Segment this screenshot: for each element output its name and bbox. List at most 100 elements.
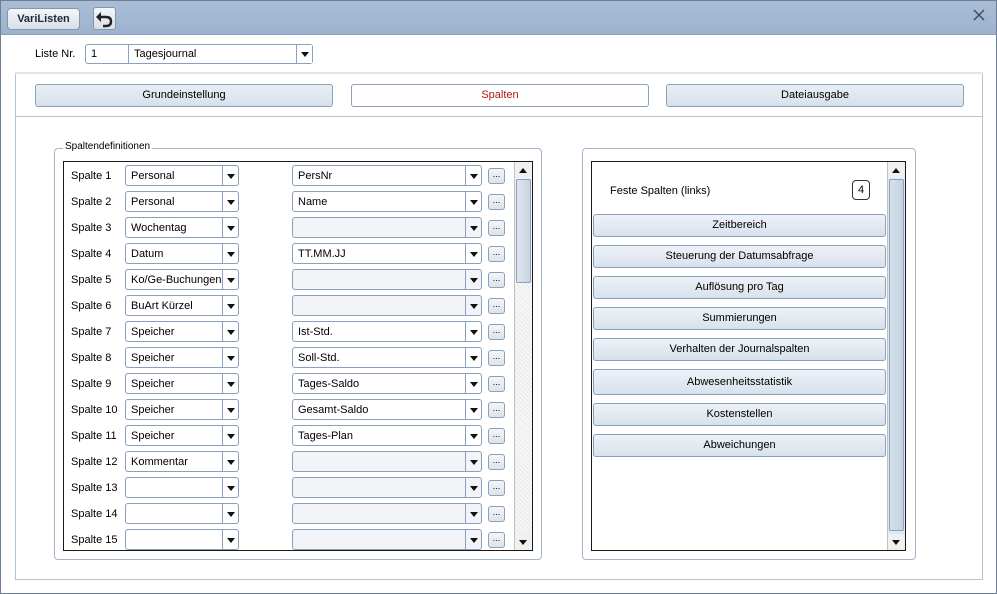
column-details-button[interactable]: ... <box>488 454 505 470</box>
scroll-thumb[interactable] <box>516 179 531 283</box>
chevron-down-icon[interactable] <box>465 244 481 263</box>
column-field-select[interactable]: Speicher <box>125 399 239 420</box>
tab-dateiausgabe[interactable]: Dateiausgabe <box>666 84 964 107</box>
chevron-down-icon[interactable] <box>465 400 481 419</box>
column-field-select[interactable]: Wochentag <box>125 217 239 238</box>
chevron-down-icon[interactable] <box>465 504 481 523</box>
chevron-down-icon[interactable] <box>222 348 238 367</box>
feste-spalten-field[interactable]: 4 <box>852 180 870 200</box>
column-format-select[interactable]: TT.MM.JJ <box>292 243 482 264</box>
column-format-select[interactable] <box>292 295 482 316</box>
column-format-select[interactable]: PersNr <box>292 165 482 186</box>
column-format-select[interactable] <box>292 217 482 238</box>
column-field-select[interactable]: Speicher <box>125 347 239 368</box>
chevron-down-icon[interactable] <box>465 218 481 237</box>
column-field-select[interactable]: Speicher <box>125 425 239 446</box>
column-field-select[interactable]: Speicher <box>125 321 239 342</box>
option-button[interactable]: Auflösung pro Tag <box>593 276 886 299</box>
chevron-down-icon[interactable] <box>222 452 238 471</box>
column-details-button[interactable]: ... <box>488 350 505 366</box>
column-field-select[interactable]: Speicher <box>125 373 239 394</box>
chevron-down-icon[interactable] <box>222 218 238 237</box>
option-button[interactable]: Zeitbereich <box>593 214 886 237</box>
chevron-down-icon[interactable] <box>465 452 481 471</box>
chevron-down-icon[interactable] <box>465 296 481 315</box>
chevron-down-icon[interactable] <box>465 348 481 367</box>
chevron-down-icon[interactable] <box>465 374 481 393</box>
chevron-down-icon[interactable] <box>222 244 238 263</box>
option-button[interactable]: Steuerung der Datumsabfrage <box>593 245 886 268</box>
column-field-select[interactable]: Datum <box>125 243 239 264</box>
chevron-down-icon[interactable] <box>465 478 481 497</box>
chevron-down-icon[interactable] <box>222 478 238 497</box>
column-format-select[interactable] <box>292 477 482 498</box>
chevron-down-icon[interactable] <box>465 166 481 185</box>
undo-button[interactable] <box>93 7 116 30</box>
column-details-button[interactable]: ... <box>488 480 505 496</box>
chevron-down-icon[interactable] <box>465 530 481 549</box>
column-details-button[interactable]: ... <box>488 168 505 184</box>
chevron-down-icon[interactable] <box>222 504 238 523</box>
chevron-down-icon[interactable] <box>222 192 238 211</box>
options-scrollbar[interactable] <box>887 162 905 550</box>
column-field-select[interactable]: Ko/Ge-Buchungen <box>125 269 239 290</box>
chevron-down-icon[interactable] <box>222 400 238 419</box>
column-format-select[interactable] <box>292 451 482 472</box>
column-details-button[interactable]: ... <box>488 428 505 444</box>
option-button[interactable]: Kostenstellen <box>593 403 886 426</box>
scroll-up-icon[interactable] <box>888 162 905 178</box>
column-details-button[interactable]: ... <box>488 532 505 548</box>
column-details-button[interactable]: ... <box>488 246 505 262</box>
option-button[interactable]: Abwesenheitsstatistik <box>593 369 886 395</box>
chevron-down-icon[interactable] <box>465 322 481 341</box>
chevron-down-icon[interactable] <box>222 374 238 393</box>
column-details-button[interactable]: ... <box>488 272 505 288</box>
list-scrollbar[interactable] <box>514 162 532 550</box>
column-format-select[interactable]: Soll-Std. <box>292 347 482 368</box>
scroll-down-icon[interactable] <box>515 534 532 550</box>
chevron-down-icon[interactable] <box>222 426 238 445</box>
column-field-select[interactable] <box>125 503 239 524</box>
tab-grundeinstellung[interactable]: Grundeinstellung <box>35 84 333 107</box>
liste-name-select[interactable]: Tagesjournal <box>128 44 313 64</box>
chevron-down-icon[interactable] <box>222 322 238 341</box>
option-button[interactable]: Summierungen <box>593 307 886 330</box>
chevron-down-icon[interactable] <box>222 530 238 549</box>
chevron-down-icon[interactable] <box>465 192 481 211</box>
column-field-select[interactable]: BuArt Kürzel <box>125 295 239 316</box>
chevron-down-icon[interactable] <box>465 270 481 289</box>
column-details-button[interactable]: ... <box>488 402 505 418</box>
scroll-down-icon[interactable] <box>888 534 905 550</box>
column-details-button[interactable]: ... <box>488 220 505 236</box>
column-details-button[interactable]: ... <box>488 324 505 340</box>
option-button[interactable]: Verhalten der Journalspalten <box>593 338 886 361</box>
column-details-button[interactable]: ... <box>488 194 505 210</box>
column-format-select[interactable] <box>292 529 482 550</box>
column-details-button[interactable]: ... <box>488 506 505 522</box>
column-format-select[interactable]: Name <box>292 191 482 212</box>
tab-spalten[interactable]: Spalten <box>351 84 649 107</box>
column-field-select[interactable]: Kommentar <box>125 451 239 472</box>
column-format-select[interactable]: Tages-Saldo <box>292 373 482 394</box>
column-field-select[interactable] <box>125 529 239 550</box>
column-format-select[interactable]: Tages-Plan <box>292 425 482 446</box>
scroll-thumb[interactable] <box>889 179 904 531</box>
chevron-down-icon[interactable] <box>222 166 238 185</box>
liste-number-field[interactable]: 1 <box>85 44 129 64</box>
option-button[interactable]: Abweichungen <box>593 434 886 457</box>
chevron-down-icon[interactable] <box>222 296 238 315</box>
chevron-down-icon[interactable] <box>465 426 481 445</box>
scroll-up-icon[interactable] <box>515 162 532 178</box>
column-field-select[interactable]: Personal <box>125 191 239 212</box>
chevron-down-icon[interactable] <box>222 270 238 289</box>
app-menu-button[interactable]: VariListen <box>7 8 80 30</box>
column-format-select[interactable] <box>292 269 482 290</box>
column-format-select[interactable] <box>292 503 482 524</box>
column-details-button[interactable]: ... <box>488 298 505 314</box>
column-field-select[interactable]: Personal <box>125 165 239 186</box>
column-details-button[interactable]: ... <box>488 376 505 392</box>
column-format-select[interactable]: Gesamt-Saldo <box>292 399 482 420</box>
column-format-select[interactable]: Ist-Std. <box>292 321 482 342</box>
column-field-select[interactable] <box>125 477 239 498</box>
chevron-down-icon[interactable] <box>296 45 312 63</box>
